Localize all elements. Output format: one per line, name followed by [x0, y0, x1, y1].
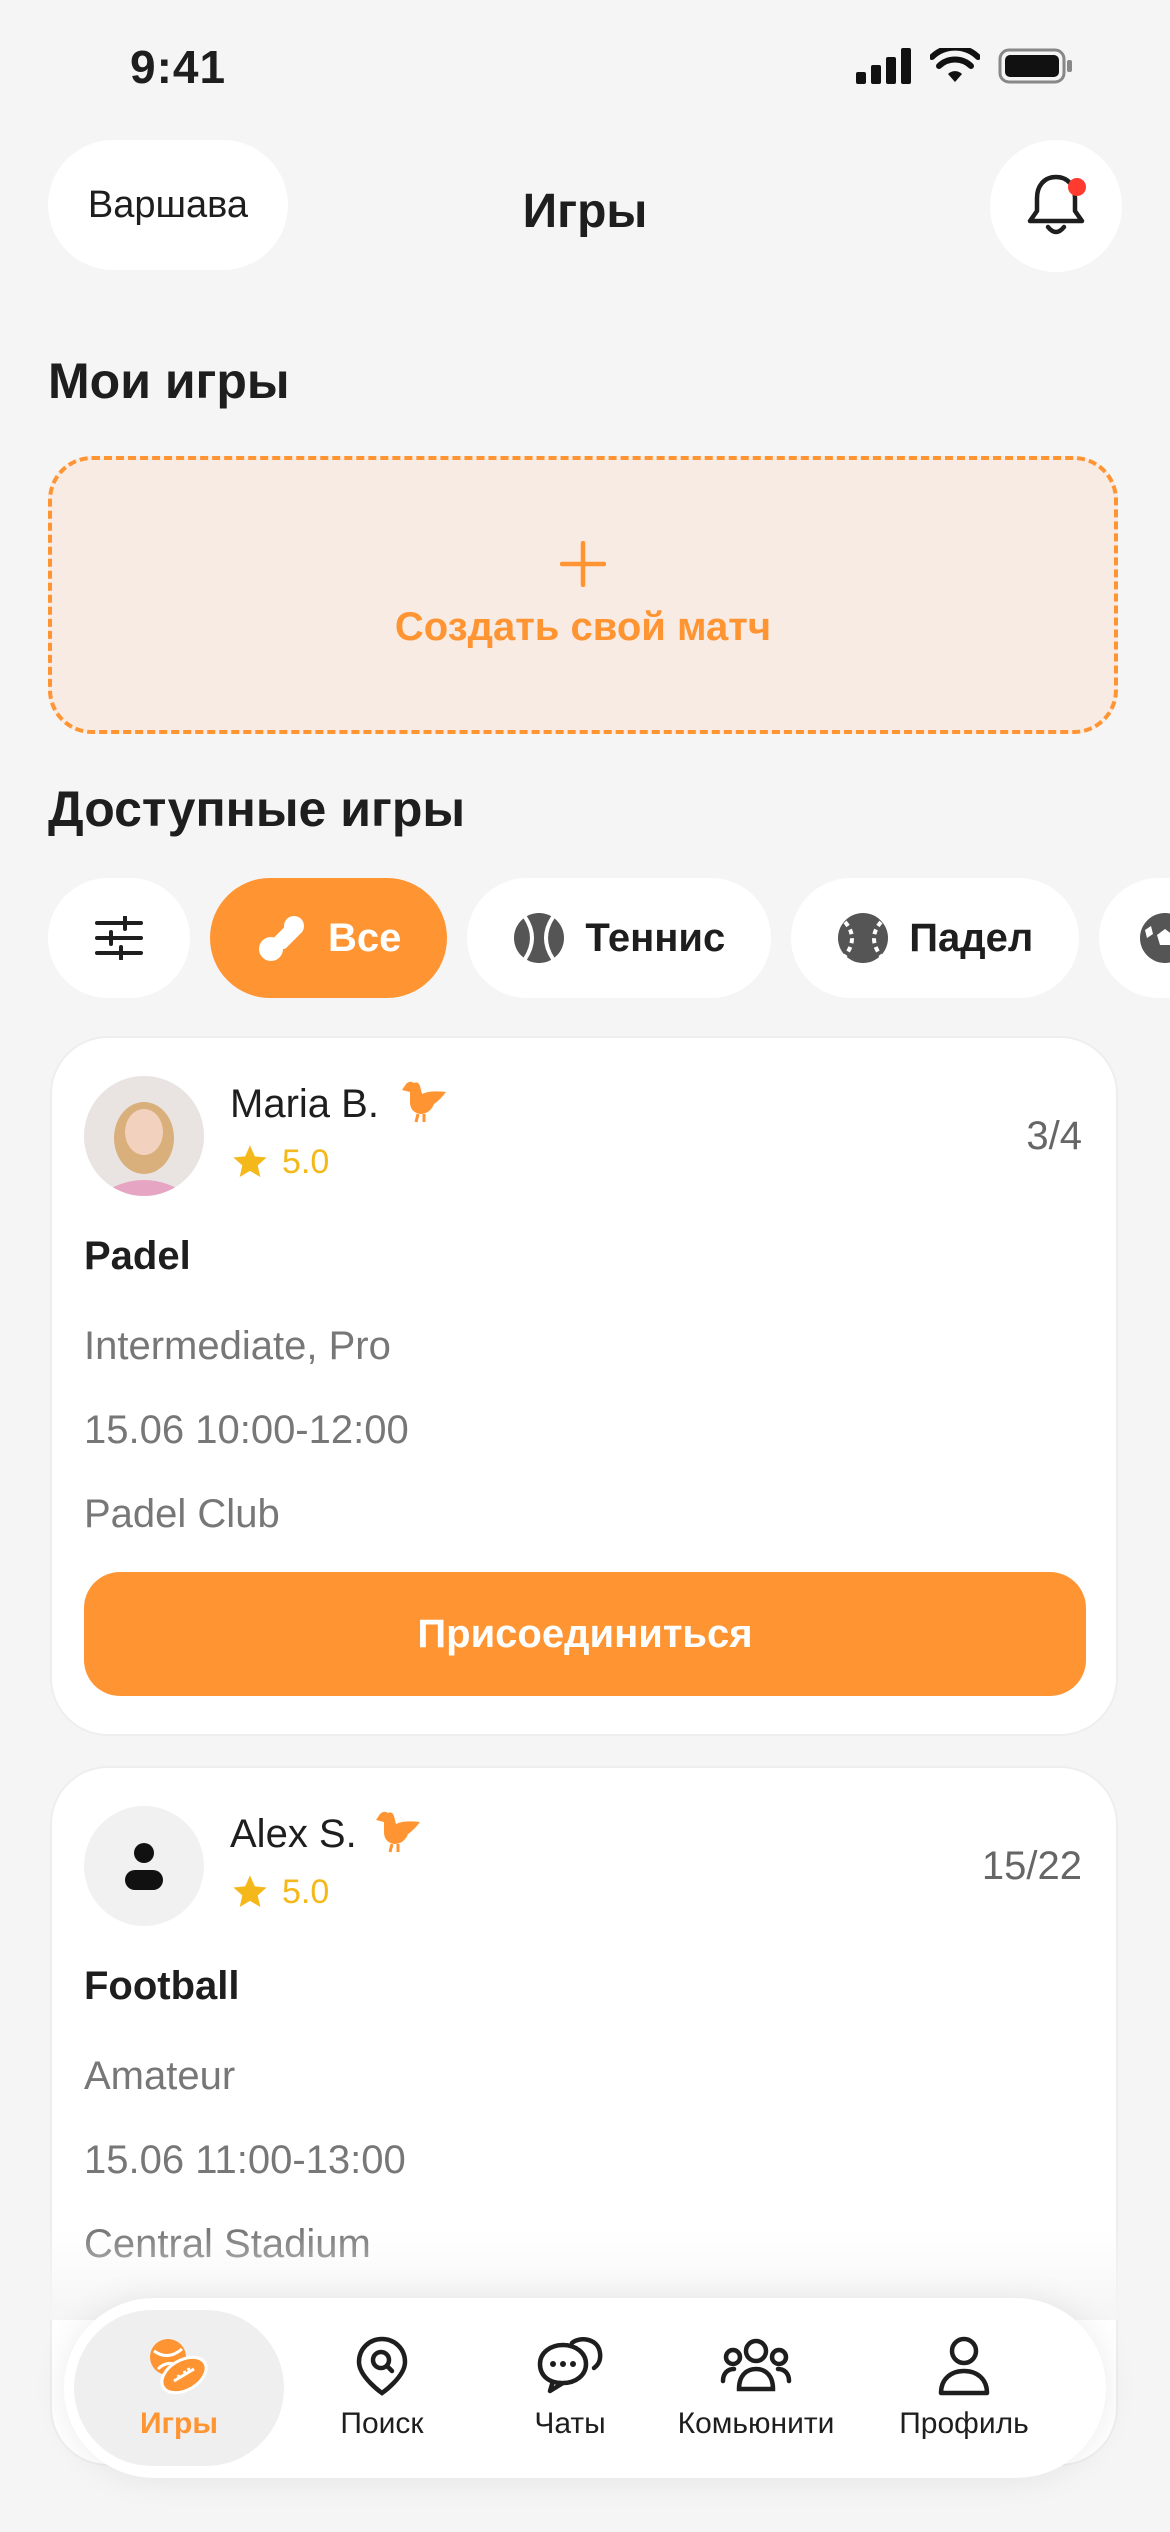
- game-level: Amateur: [84, 2054, 236, 2098]
- wifi-icon: [930, 48, 980, 82]
- create-match-button[interactable]: Создать свой матч: [48, 456, 1118, 734]
- status-time: 9:41: [130, 41, 227, 93]
- bottom-navigation: Игры Поиск Чаты Комьюнити Профиль: [64, 2298, 1106, 2478]
- player-rating: 5.0: [230, 1142, 329, 1182]
- player-photo-icon: [84, 1076, 204, 1196]
- filter-all-label: Все: [328, 915, 402, 960]
- user-placeholder-icon: [125, 1843, 163, 1890]
- filter-all[interactable]: Все: [210, 878, 448, 998]
- game-time: 15.06 10:00-12:00: [84, 1408, 409, 1452]
- rating-value: 5.0: [282, 1872, 330, 1911]
- filter-padel-label: Падел: [909, 915, 1034, 960]
- star-icon: [233, 1875, 267, 1907]
- game-sport: Padel: [84, 1234, 191, 1278]
- available-games-title: Доступные игры: [48, 781, 466, 837]
- player-name: Alex S.: [230, 1812, 357, 1856]
- nav-chats[interactable]: Чаты: [490, 2298, 650, 2478]
- bird-icon: [376, 1811, 420, 1853]
- game-card[interactable]: Maria B. 5.0 3/4 Padel Intermediate, Pro…: [50, 1036, 1118, 1736]
- nav-search[interactable]: Поиск: [292, 2298, 472, 2478]
- nav-community-label: Комьюнити: [677, 2407, 835, 2440]
- status-icons: [856, 48, 1074, 84]
- nav-community[interactable]: Комьюнити: [666, 2298, 846, 2478]
- player-rating: 5.0: [230, 1872, 329, 1912]
- location-search-icon: [356, 2336, 408, 2396]
- player-slots: 15/22: [981, 1844, 1082, 1888]
- game-time: 15.06 11:00-13:00: [84, 2138, 406, 2182]
- game-location: Padel Club: [84, 1492, 280, 1536]
- nav-chats-label: Чаты: [534, 2407, 606, 2440]
- avatar: [84, 1076, 204, 1196]
- notification-dot: [1068, 178, 1086, 196]
- nav-games-label: Игры: [139, 2407, 218, 2440]
- nav-profile-label: Профиль: [899, 2407, 1029, 2440]
- game-sport: Football: [84, 1964, 240, 2008]
- padel-ball-icon: [838, 913, 889, 963]
- rating-value: 5.0: [282, 1142, 330, 1181]
- sliders-icon: [95, 916, 143, 960]
- filter-tennis-label: Теннис: [585, 915, 726, 960]
- create-match-label: Создать свой матч: [394, 604, 772, 649]
- tennis-ball-icon: [514, 913, 565, 963]
- nav-profile[interactable]: Профиль: [874, 2298, 1054, 2478]
- filter-settings-button[interactable]: [48, 878, 190, 998]
- sport-filters: Все Теннис Падел: [48, 878, 1170, 998]
- player-slots: 3/4: [1026, 1114, 1082, 1158]
- my-games-title: Мои игры: [48, 353, 290, 409]
- filter-tennis[interactable]: Теннис: [467, 878, 772, 998]
- battery-icon: [998, 48, 1072, 84]
- filter-football[interactable]: [1099, 878, 1170, 998]
- football-icon: [1140, 913, 1170, 963]
- signal-icon: [856, 48, 911, 84]
- sports-icon: [259, 916, 304, 961]
- nav-games[interactable]: Игры: [74, 2310, 284, 2466]
- avatar: [84, 1806, 204, 1926]
- star-icon: [233, 1145, 267, 1177]
- plus-icon: [560, 540, 606, 587]
- bird-icon: [402, 1081, 446, 1123]
- join-button[interactable]: Присоединиться: [84, 1572, 1086, 1696]
- status-bar: 9:41: [0, 0, 1170, 140]
- community-icon: [720, 2338, 792, 2392]
- chat-icon: [537, 2337, 603, 2394]
- notifications-button[interactable]: [990, 140, 1122, 272]
- filter-padel[interactable]: Падел: [791, 878, 1080, 998]
- profile-icon: [938, 2336, 990, 2396]
- games-icon: [150, 2339, 208, 2395]
- nav-search-label: Поиск: [340, 2407, 424, 2440]
- game-level: Intermediate, Pro: [84, 1324, 391, 1368]
- player-name: Maria B.: [230, 1082, 379, 1126]
